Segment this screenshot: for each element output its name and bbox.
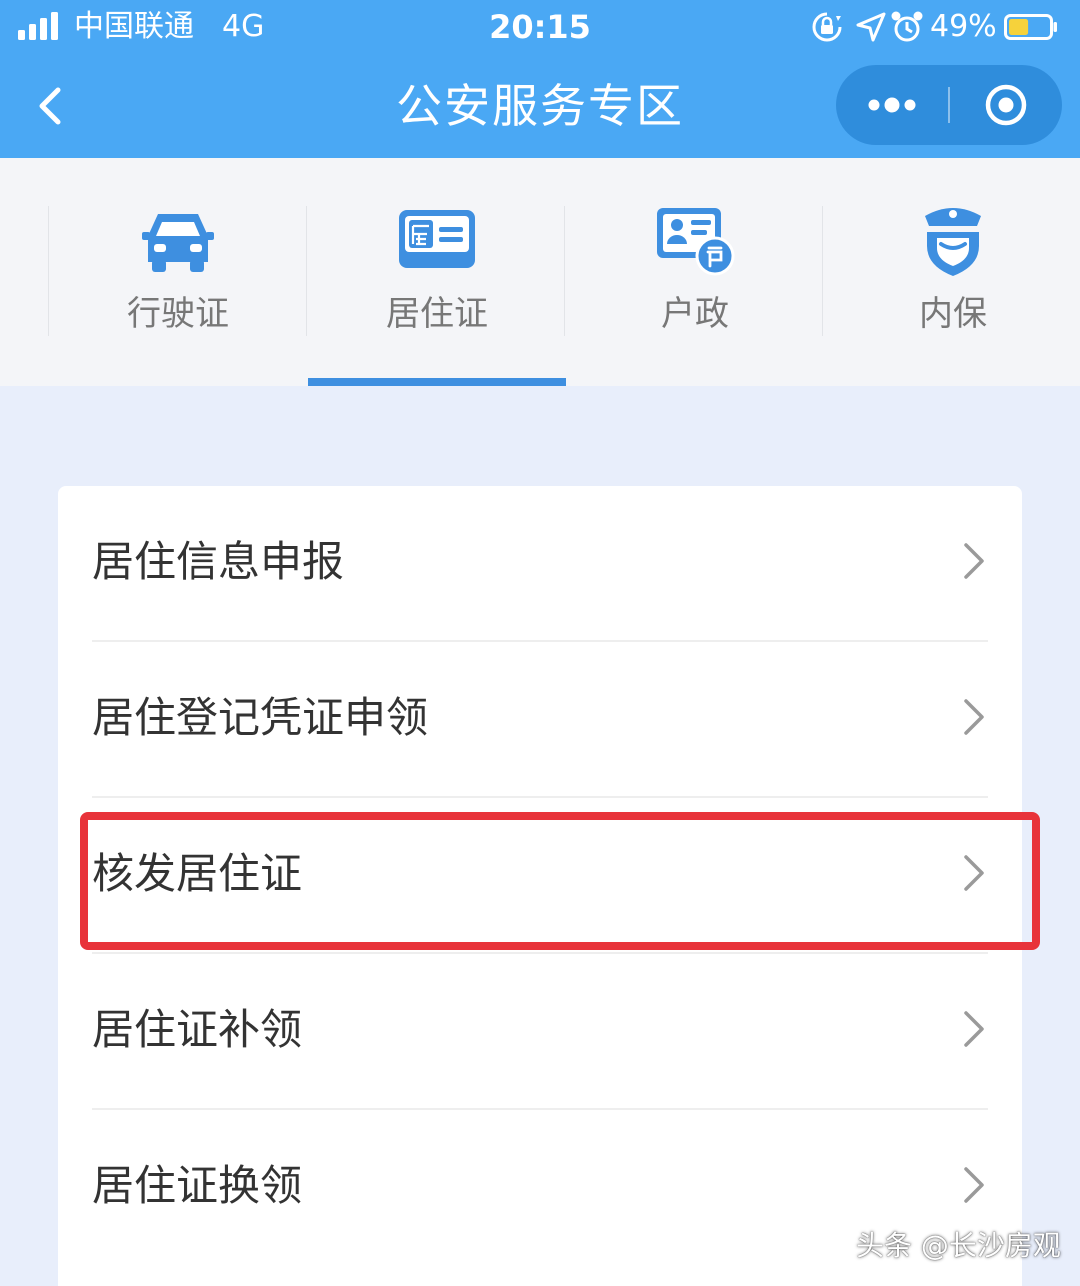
- tab-internal-security[interactable]: 内保: [824, 158, 1080, 386]
- carrier-name: 中国联通: [74, 9, 194, 44]
- category-tabs: 行驶证 居住证 户政 内保: [0, 158, 1080, 386]
- active-tab-indicator: [308, 378, 566, 386]
- household-register-icon: [657, 208, 735, 276]
- page-title: 公安服务专区: [396, 79, 684, 133]
- list-item[interactable]: 核发居住证: [58, 798, 1022, 954]
- status-bar: 中国联通 4G 20:15 49%: [0, 0, 1080, 56]
- chevron-right-icon: [964, 1011, 984, 1047]
- list-item-label: 居住证换领: [92, 1161, 303, 1210]
- mini-program-capsule: [836, 65, 1062, 145]
- network-type: 4G: [222, 9, 265, 44]
- alarm-icon: [891, 11, 923, 42]
- list-item[interactable]: 居住登记凭证申领: [58, 642, 1022, 798]
- more-dots-icon: [868, 97, 916, 113]
- app-header: 中国联通 4G 20:15 49% 公安服务专区: [0, 0, 1080, 158]
- chevron-right-icon: [964, 855, 984, 891]
- police-shield-icon: [925, 208, 981, 276]
- close-mini-program-button[interactable]: [950, 65, 1062, 145]
- watermark: 头条 @长沙房观: [856, 1229, 1061, 1262]
- rotation-lock-icon: [812, 12, 842, 42]
- nav-bar: 公安服务专区: [0, 56, 1080, 158]
- battery-icon: [1004, 14, 1057, 40]
- tab-label: 行驶证: [127, 294, 229, 334]
- car-icon: [142, 214, 214, 272]
- list-item[interactable]: 居住证补领: [58, 954, 1022, 1110]
- tab-label: 户政: [661, 294, 729, 334]
- list-item-label: 居住证补领: [92, 1005, 303, 1054]
- tab-label: 居住证: [386, 294, 488, 334]
- signal-icon: [18, 12, 58, 40]
- status-time: 20:15: [489, 8, 591, 46]
- tab-household-affairs[interactable]: 户政: [566, 158, 824, 386]
- location-icon: [856, 12, 886, 42]
- tab-residence-permit[interactable]: 居住证: [308, 158, 566, 386]
- tab-driving-license[interactable]: 行驶证: [49, 158, 307, 386]
- list-item[interactable]: 居住信息申报: [58, 486, 1022, 642]
- chevron-right-icon: [964, 1167, 984, 1203]
- more-button[interactable]: [836, 65, 948, 145]
- chevron-right-icon: [964, 543, 984, 579]
- tab-label: 内保: [919, 294, 987, 334]
- chevron-left-icon[interactable]: [22, 78, 78, 134]
- list-item-label: 核发居住证: [92, 849, 303, 898]
- list-item-label: 居住登记凭证申领: [92, 693, 429, 742]
- residence-card-icon: [399, 210, 475, 268]
- battery-percent: 49%: [930, 9, 997, 44]
- target-icon: [985, 84, 1027, 126]
- service-list: 居住信息申报 居住登记凭证申领 核发居住证 居住证补领 居住证换领: [58, 486, 1022, 1286]
- list-item-label: 居住信息申报: [92, 537, 345, 586]
- chevron-right-icon: [964, 699, 984, 735]
